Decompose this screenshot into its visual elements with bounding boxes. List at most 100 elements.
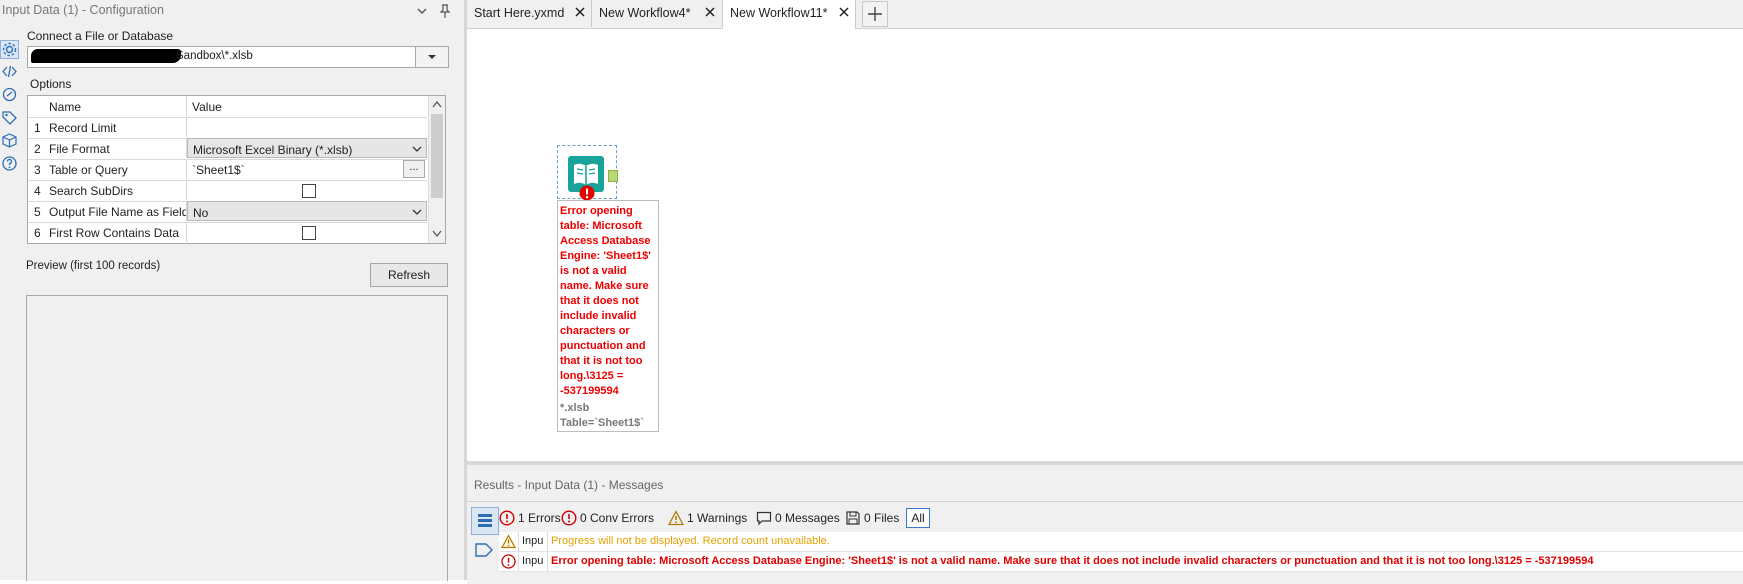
file-format-combo[interactable]: Microsoft Excel Binary (*.xlsb) <box>187 138 427 158</box>
row-name: File Format <box>49 142 110 156</box>
row-number: 1 <box>34 121 41 135</box>
pin-icon[interactable] <box>437 3 453 19</box>
preview-area <box>26 295 448 581</box>
options-grid: Name Value 1 Record Limit 2 File Format … <box>27 95 446 244</box>
tab-label: New Workflow4* <box>599 6 691 20</box>
grid-header-value-cell: Value <box>186 96 427 116</box>
annotation-table: Table=`Sheet1$` <box>560 417 644 429</box>
close-icon[interactable] <box>838 6 850 18</box>
grid-header-row: Name Value <box>28 96 427 118</box>
tab-new-workflow4[interactable]: New Workflow4* <box>592 0 723 27</box>
record-limit-value[interactable] <box>186 117 427 137</box>
message-row[interactable]: Inpu Progress will not be displayed. Rec… <box>499 532 1743 552</box>
row-name: Record Limit <box>49 121 117 135</box>
configuration-titlebar: Input Data (1) - Configuration <box>0 0 464 22</box>
message-tool[interactable]: Inpu <box>518 552 548 571</box>
redacted-path <box>31 49 181 63</box>
message-tool-label: Inpu <box>522 535 544 547</box>
gear-icon[interactable] <box>0 40 19 59</box>
filter-errors[interactable]: 1 Errors <box>499 508 561 528</box>
file-path-text: Sandbox\*.xlsb <box>176 50 253 62</box>
warnings-count: 1 Warnings <box>687 511 748 525</box>
file-dropdown-button[interactable] <box>415 47 448 67</box>
config-icon-rail <box>0 34 20 194</box>
message-row[interactable]: Inpu Error opening table: Microsoft Acce… <box>499 552 1743 572</box>
preview-label: Preview (first 100 records) <box>26 260 161 272</box>
options-scrollbar[interactable] <box>428 96 445 243</box>
close-icon[interactable] <box>704 6 716 18</box>
message-tool[interactable]: Inpu <box>518 532 548 551</box>
close-icon[interactable] <box>574 6 586 18</box>
tab-start-here[interactable]: Start Here.yxmd <box>467 0 592 27</box>
scroll-down-icon[interactable] <box>431 229 443 239</box>
error-icon <box>501 554 516 569</box>
row-number: 3 <box>34 163 41 177</box>
file-path-combo[interactable]: Sandbox\*.xlsb <box>27 46 449 68</box>
conv-error-icon <box>561 510 577 526</box>
messages-view-icon[interactable] <box>471 507 499 535</box>
output-anchor[interactable] <box>608 170 618 182</box>
message-text: Error opening table: Microsoft Access Da… <box>551 555 1594 567</box>
chevron-down-icon[interactable] <box>414 3 430 19</box>
configuration-title: Input Data (1) - Configuration <box>2 3 164 17</box>
scroll-up-icon[interactable] <box>431 99 443 109</box>
messages-count: 0 Messages <box>775 511 840 525</box>
results-rail <box>469 507 499 584</box>
filter-warnings[interactable]: 1 Warnings <box>668 508 747 528</box>
warning-icon <box>668 510 684 526</box>
file-format-text: Microsoft Excel Binary (*.xlsb) <box>193 143 353 157</box>
refresh-button[interactable]: Refresh <box>370 263 448 287</box>
files-count: 0 Files <box>864 511 900 525</box>
grid-row-search-subdirs[interactable]: 4 Search SubDirs <box>28 180 427 202</box>
results-title: Results - Input Data (1) - Messages <box>474 478 664 492</box>
help-icon[interactable] <box>1 155 18 172</box>
output-file-name-text: No <box>193 206 209 220</box>
grid-row-file-format[interactable]: 2 File Format Microsoft Excel Binary (*.… <box>28 138 427 160</box>
grid-row-first-row-data[interactable]: 6 First Row Contains Data <box>28 222 427 243</box>
first-row-data-cell <box>186 222 427 242</box>
workflow-canvas[interactable]: Error opening table: Microsoft Access Da… <box>467 29 1743 461</box>
search-subdirs-checkbox[interactable] <box>302 184 316 198</box>
row-number: 5 <box>34 205 41 219</box>
row-name: Search SubDirs <box>49 184 134 198</box>
tab-new-workflow11[interactable]: New Workflow11* <box>723 0 856 29</box>
search-subdirs-cell <box>186 180 427 200</box>
error-icon <box>579 185 595 201</box>
filter-conv-errors[interactable]: 0 Conv Errors <box>561 508 655 528</box>
conv-errors-count: 0 Conv Errors <box>580 511 655 525</box>
first-row-data-checkbox[interactable] <box>302 226 316 240</box>
tag-view-icon[interactable] <box>471 537 497 563</box>
table-query-text: `Sheet1$` <box>192 163 245 177</box>
package-icon[interactable] <box>1 132 18 149</box>
table-query-value[interactable]: `Sheet1$` ... <box>186 159 427 179</box>
table-query-browse-button[interactable]: ... <box>403 160 425 178</box>
results-panel: Results - Input Data (1) - Messages 1 Er… <box>467 461 1743 584</box>
warning-icon <box>501 534 516 549</box>
annotation-icon[interactable] <box>1 86 18 103</box>
errors-count: 1 Errors <box>518 511 561 525</box>
configuration-panel: Input Data (1) - Configuration Connect a… <box>0 0 467 581</box>
row-name: Table or Query <box>49 163 128 177</box>
output-file-name-combo[interactable]: No <box>187 201 427 221</box>
filter-all[interactable]: All <box>906 508 930 528</box>
row-number: 2 <box>34 142 41 156</box>
grid-row-output-file-name[interactable]: 5 Output File Name as Field No <box>28 201 427 223</box>
row-name: First Row Contains Data <box>49 226 180 240</box>
code-icon[interactable] <box>1 63 18 80</box>
grid-row-table-or-query[interactable]: 3 Table or Query `Sheet1$` ... <box>28 159 427 181</box>
workflow-tabbar: Start Here.yxmd New Workflow4* New Workf… <box>467 0 1743 29</box>
row-number: 4 <box>34 184 41 198</box>
annotation-error-text: Error opening table: Microsoft Access Da… <box>560 205 651 397</box>
filter-messages[interactable]: 0 Messages <box>756 508 840 528</box>
grid-header-name: Name <box>49 100 82 114</box>
filter-files[interactable]: 0 Files <box>845 508 900 528</box>
output-file-name-select[interactable]: No <box>186 201 427 221</box>
file-format-select[interactable]: Microsoft Excel Binary (*.xlsb) <box>186 138 427 158</box>
annotation-info: *.xlsb Table=`Sheet1$` <box>560 401 656 431</box>
options-label: Options <box>30 77 72 91</box>
add-tab-button[interactable] <box>862 1 888 27</box>
tag-icon[interactable] <box>1 109 18 126</box>
row-number: 6 <box>34 226 41 240</box>
grid-row-record-limit[interactable]: 1 Record Limit <box>28 117 427 139</box>
scroll-thumb[interactable] <box>431 114 443 198</box>
